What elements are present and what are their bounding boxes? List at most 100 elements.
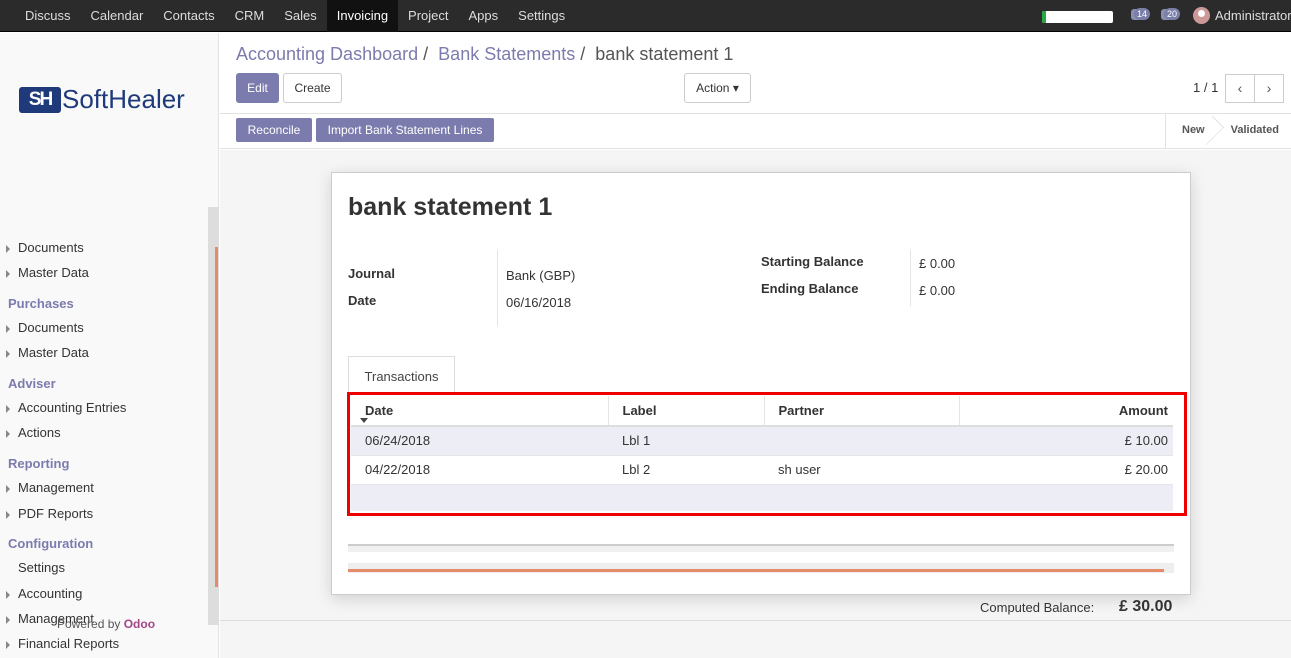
onboarding-progress-bar[interactable] bbox=[1042, 11, 1113, 23]
edit-button[interactable]: Edit bbox=[236, 73, 279, 103]
caret-down-icon: ▾ bbox=[732, 81, 739, 95]
breadcrumb-accounting-dashboard[interactable]: Accounting Dashboard bbox=[236, 44, 418, 64]
caret-right-icon bbox=[6, 616, 10, 624]
date-value: 06/16/2018 bbox=[506, 295, 572, 310]
state-new: New bbox=[1166, 114, 1215, 148]
sidebar-item-actions[interactable]: Actions bbox=[0, 422, 205, 444]
sidebar-item-master-data[interactable]: Master Data bbox=[0, 262, 205, 284]
reconcile-button[interactable]: Reconcile bbox=[236, 118, 312, 142]
breadcrumb-separator: / bbox=[580, 44, 586, 64]
sidebar-item-purchases-master-data[interactable]: Master Data bbox=[0, 342, 205, 364]
sidebar-heading-reporting: Reporting bbox=[8, 456, 70, 471]
create-button[interactable]: Create bbox=[283, 73, 342, 103]
ending-balance-label: Ending Balance bbox=[761, 281, 859, 296]
caret-right-icon bbox=[6, 485, 10, 493]
tab-transactions[interactable]: Transactions bbox=[348, 356, 455, 394]
starting-balance-label: Starting Balance bbox=[761, 254, 864, 269]
messages-count: 20 bbox=[1164, 8, 1181, 20]
caret-right-icon bbox=[6, 325, 10, 333]
divider bbox=[220, 620, 1291, 621]
caret-right-icon bbox=[6, 245, 10, 253]
sidebar-heading-purchases: Purchases bbox=[8, 296, 74, 311]
menu-settings[interactable]: Settings bbox=[508, 0, 575, 32]
computed-balance-value: £ 30.00 bbox=[1119, 598, 1173, 615]
sidebar-item-pdf-reports[interactable]: PDF Reports bbox=[0, 503, 205, 525]
user-menu[interactable]: Administrator bbox=[1193, 7, 1291, 24]
sidebar-item-financial-reports[interactable]: Financial Reports bbox=[0, 633, 205, 655]
sidebar-heading-adviser: Adviser bbox=[8, 376, 56, 391]
divider bbox=[980, 594, 1175, 595]
sidebar-item-label: Management bbox=[18, 480, 94, 495]
sidebar-item-label: Master Data bbox=[18, 265, 89, 280]
sidebar-item-label: Accounting bbox=[18, 586, 83, 601]
menu-calendar[interactable]: Calendar bbox=[81, 0, 154, 32]
top-navbar: Discuss Calendar Contacts CRM Sales Invo… bbox=[0, 0, 1291, 32]
menu-project[interactable]: Project bbox=[398, 0, 458, 32]
caret-right-icon bbox=[6, 430, 10, 438]
progress-fill bbox=[1042, 11, 1047, 23]
sidebar-item-label: Documents bbox=[18, 240, 84, 255]
scrollbar-thumb[interactable] bbox=[215, 247, 218, 587]
caret-right-icon bbox=[6, 270, 10, 278]
messages-icon[interactable]: 20 bbox=[1161, 8, 1181, 22]
caret-right-icon bbox=[6, 591, 10, 599]
sidebar-item-settings[interactable]: Settings bbox=[0, 557, 205, 579]
divider bbox=[910, 250, 911, 306]
menu-discuss[interactable]: Discuss bbox=[15, 0, 81, 32]
breadcrumb: Accounting Dashboard / Bank Statements /… bbox=[236, 44, 733, 65]
company-logo: SH SoftHealer bbox=[19, 84, 185, 115]
caret-right-icon bbox=[6, 511, 10, 519]
action-dropdown[interactable]: Action ▾ bbox=[684, 73, 751, 103]
state-widget: New Validated bbox=[1165, 114, 1289, 148]
divider bbox=[497, 250, 498, 326]
caret-right-icon bbox=[6, 641, 10, 649]
sidebar-item-label: Actions bbox=[18, 425, 61, 440]
activity-icon[interactable]: 14 bbox=[1131, 8, 1151, 22]
menu-crm[interactable]: CRM bbox=[225, 0, 275, 32]
sidebar-item-label: PDF Reports bbox=[18, 506, 94, 521]
sidebar-item-label: Financial Reports bbox=[18, 636, 120, 651]
sidebar-item-label: Settings bbox=[18, 560, 65, 575]
caret-right-icon bbox=[6, 350, 10, 358]
ending-balance-value: £ 0.00 bbox=[919, 283, 956, 298]
state-validated: Validated bbox=[1230, 124, 1279, 136]
progress-divider bbox=[348, 563, 1174, 573]
menu-invoicing[interactable]: Invoicing bbox=[326, 0, 399, 32]
action-label: Action bbox=[696, 81, 730, 95]
form-sheet bbox=[331, 172, 1191, 595]
user-name: Administrator bbox=[1215, 8, 1291, 23]
powered-brand-link[interactable]: Odoo bbox=[124, 617, 155, 631]
divider bbox=[348, 544, 1174, 552]
journal-label: Journal bbox=[348, 266, 395, 281]
sidebar-item-label: Documents bbox=[18, 320, 84, 335]
pager-value[interactable]: 1 / 1 bbox=[1193, 80, 1218, 95]
menu-apps[interactable]: Apps bbox=[459, 0, 509, 32]
pager-next-button[interactable]: › bbox=[1254, 74, 1284, 103]
powered-prefix: Powered by bbox=[57, 617, 121, 631]
sidebar-scrollbar[interactable] bbox=[208, 207, 219, 625]
sidebar-item-accounting[interactable]: Accounting bbox=[0, 583, 205, 605]
date-label: Date bbox=[348, 293, 377, 308]
sidebar-item-documents[interactable]: Documents bbox=[0, 237, 205, 259]
avatar bbox=[1193, 7, 1210, 24]
sidebar-item-label: Master Data bbox=[18, 345, 89, 360]
import-statement-lines-button[interactable]: Import Bank Statement Lines bbox=[316, 118, 494, 142]
menu-contacts[interactable]: Contacts bbox=[153, 0, 224, 32]
breadcrumb-bank-statements[interactable]: Bank Statements bbox=[438, 44, 575, 64]
starting-balance-value: £ 0.00 bbox=[919, 256, 956, 271]
powered-by: Powered by Odoo bbox=[57, 617, 155, 631]
menu-sales[interactable]: Sales bbox=[274, 0, 327, 32]
breadcrumb-current: bank statement 1 bbox=[595, 44, 734, 64]
pager-previous-button[interactable]: ‹ bbox=[1225, 74, 1255, 103]
highlight-box bbox=[347, 392, 1187, 516]
breadcrumb-separator: / bbox=[423, 44, 429, 64]
activity-count: 14 bbox=[1134, 8, 1151, 20]
sidebar-item-purchases-documents[interactable]: Documents bbox=[0, 317, 205, 339]
computed-balance-label: Computed Balance: bbox=[980, 600, 1095, 615]
record-title: bank statement 1 bbox=[348, 193, 553, 221]
sidebar-item-accounting-entries[interactable]: Accounting Entries bbox=[0, 397, 205, 419]
app-menu: Discuss Calendar Contacts CRM Sales Invo… bbox=[15, 0, 575, 32]
sidebar-item-management[interactable]: Management bbox=[0, 477, 205, 499]
journal-value[interactable]: Bank (GBP) bbox=[506, 268, 575, 283]
sidebar-item-label: Accounting Entries bbox=[18, 400, 127, 415]
